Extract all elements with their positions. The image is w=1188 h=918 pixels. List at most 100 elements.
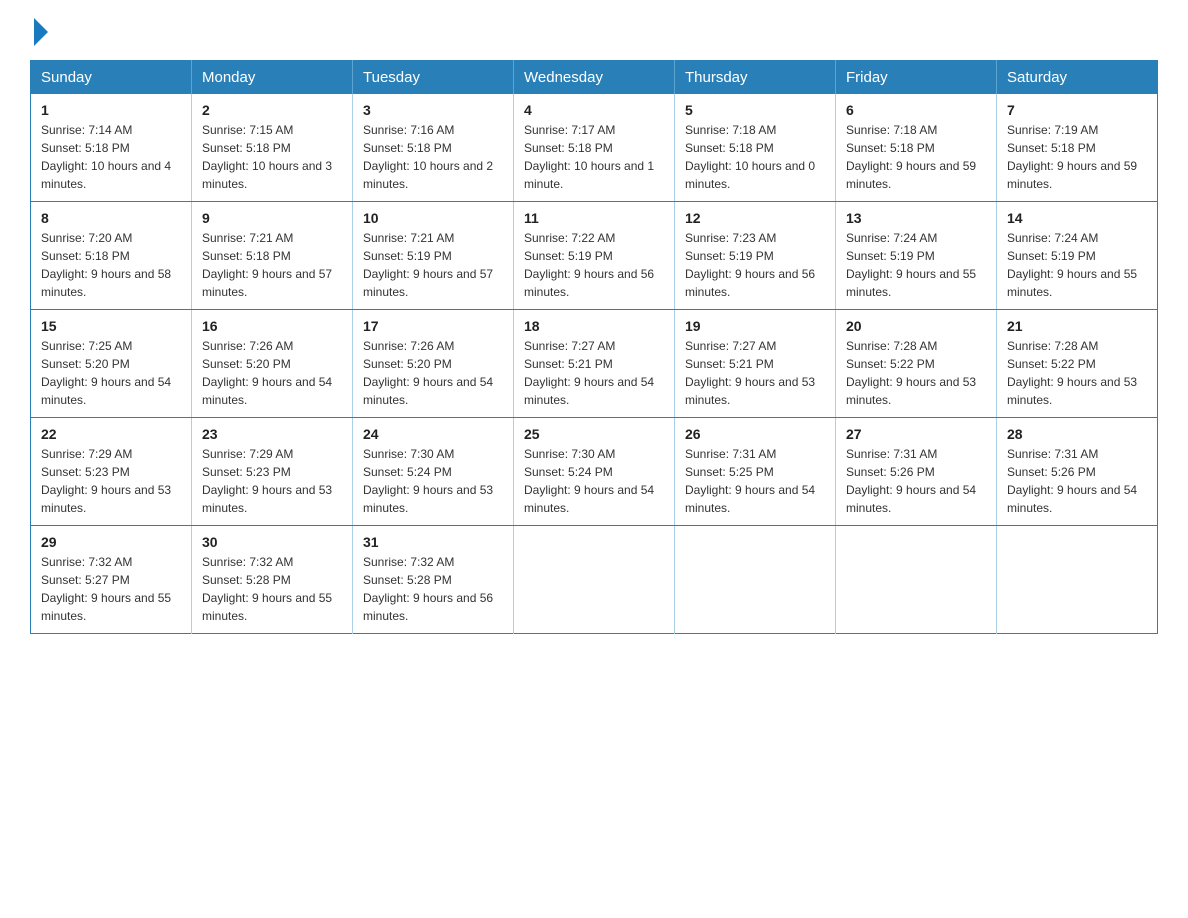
day-number: 26 xyxy=(685,426,825,442)
day-number: 27 xyxy=(846,426,986,442)
day-info: Sunrise: 7:28 AM Sunset: 5:22 PM Dayligh… xyxy=(846,337,986,409)
day-number: 7 xyxy=(1007,102,1147,118)
day-number: 16 xyxy=(202,318,342,334)
calendar-cell xyxy=(997,526,1158,634)
calendar-cell: 18 Sunrise: 7:27 AM Sunset: 5:21 PM Dayl… xyxy=(514,310,675,418)
week-row-5: 29 Sunrise: 7:32 AM Sunset: 5:27 PM Dayl… xyxy=(31,526,1158,634)
calendar-cell: 31 Sunrise: 7:32 AM Sunset: 5:28 PM Dayl… xyxy=(353,526,514,634)
day-info: Sunrise: 7:27 AM Sunset: 5:21 PM Dayligh… xyxy=(685,337,825,409)
header-friday: Friday xyxy=(836,61,997,95)
calendar-cell: 4 Sunrise: 7:17 AM Sunset: 5:18 PM Dayli… xyxy=(514,94,675,202)
calendar-cell: 29 Sunrise: 7:32 AM Sunset: 5:27 PM Dayl… xyxy=(31,526,192,634)
day-number: 4 xyxy=(524,102,664,118)
calendar-cell: 21 Sunrise: 7:28 AM Sunset: 5:22 PM Dayl… xyxy=(997,310,1158,418)
day-number: 9 xyxy=(202,210,342,226)
day-number: 11 xyxy=(524,210,664,226)
day-info: Sunrise: 7:21 AM Sunset: 5:19 PM Dayligh… xyxy=(363,229,503,301)
week-row-3: 15 Sunrise: 7:25 AM Sunset: 5:20 PM Dayl… xyxy=(31,310,1158,418)
calendar-cell xyxy=(675,526,836,634)
calendar-cell: 9 Sunrise: 7:21 AM Sunset: 5:18 PM Dayli… xyxy=(192,202,353,310)
day-number: 20 xyxy=(846,318,986,334)
week-row-2: 8 Sunrise: 7:20 AM Sunset: 5:18 PM Dayli… xyxy=(31,202,1158,310)
day-info: Sunrise: 7:31 AM Sunset: 5:26 PM Dayligh… xyxy=(846,445,986,517)
day-number: 2 xyxy=(202,102,342,118)
day-info: Sunrise: 7:24 AM Sunset: 5:19 PM Dayligh… xyxy=(1007,229,1147,301)
day-number: 6 xyxy=(846,102,986,118)
calendar-table: SundayMondayTuesdayWednesdayThursdayFrid… xyxy=(30,60,1158,634)
calendar-cell xyxy=(514,526,675,634)
day-info: Sunrise: 7:20 AM Sunset: 5:18 PM Dayligh… xyxy=(41,229,181,301)
day-number: 3 xyxy=(363,102,503,118)
page-header xyxy=(30,20,1158,42)
header-monday: Monday xyxy=(192,61,353,95)
day-number: 13 xyxy=(846,210,986,226)
calendar-cell: 5 Sunrise: 7:18 AM Sunset: 5:18 PM Dayli… xyxy=(675,94,836,202)
day-info: Sunrise: 7:26 AM Sunset: 5:20 PM Dayligh… xyxy=(363,337,503,409)
day-number: 14 xyxy=(1007,210,1147,226)
calendar-cell: 12 Sunrise: 7:23 AM Sunset: 5:19 PM Dayl… xyxy=(675,202,836,310)
day-info: Sunrise: 7:30 AM Sunset: 5:24 PM Dayligh… xyxy=(524,445,664,517)
calendar-cell: 14 Sunrise: 7:24 AM Sunset: 5:19 PM Dayl… xyxy=(997,202,1158,310)
calendar-cell: 16 Sunrise: 7:26 AM Sunset: 5:20 PM Dayl… xyxy=(192,310,353,418)
calendar-cell: 22 Sunrise: 7:29 AM Sunset: 5:23 PM Dayl… xyxy=(31,418,192,526)
day-info: Sunrise: 7:32 AM Sunset: 5:28 PM Dayligh… xyxy=(363,553,503,625)
calendar-cell: 13 Sunrise: 7:24 AM Sunset: 5:19 PM Dayl… xyxy=(836,202,997,310)
calendar-cell: 27 Sunrise: 7:31 AM Sunset: 5:26 PM Dayl… xyxy=(836,418,997,526)
calendar-cell: 2 Sunrise: 7:15 AM Sunset: 5:18 PM Dayli… xyxy=(192,94,353,202)
calendar-cell: 11 Sunrise: 7:22 AM Sunset: 5:19 PM Dayl… xyxy=(514,202,675,310)
day-number: 5 xyxy=(685,102,825,118)
day-info: Sunrise: 7:26 AM Sunset: 5:20 PM Dayligh… xyxy=(202,337,342,409)
day-info: Sunrise: 7:18 AM Sunset: 5:18 PM Dayligh… xyxy=(685,121,825,193)
day-info: Sunrise: 7:29 AM Sunset: 5:23 PM Dayligh… xyxy=(202,445,342,517)
day-number: 25 xyxy=(524,426,664,442)
calendar-cell: 15 Sunrise: 7:25 AM Sunset: 5:20 PM Dayl… xyxy=(31,310,192,418)
header-sunday: Sunday xyxy=(31,61,192,95)
day-number: 21 xyxy=(1007,318,1147,334)
calendar-header-row: SundayMondayTuesdayWednesdayThursdayFrid… xyxy=(31,61,1158,95)
calendar-cell: 7 Sunrise: 7:19 AM Sunset: 5:18 PM Dayli… xyxy=(997,94,1158,202)
calendar-cell: 30 Sunrise: 7:32 AM Sunset: 5:28 PM Dayl… xyxy=(192,526,353,634)
day-number: 22 xyxy=(41,426,181,442)
day-number: 28 xyxy=(1007,426,1147,442)
day-info: Sunrise: 7:18 AM Sunset: 5:18 PM Dayligh… xyxy=(846,121,986,193)
header-saturday: Saturday xyxy=(997,61,1158,95)
calendar-cell: 28 Sunrise: 7:31 AM Sunset: 5:26 PM Dayl… xyxy=(997,418,1158,526)
day-number: 18 xyxy=(524,318,664,334)
week-row-4: 22 Sunrise: 7:29 AM Sunset: 5:23 PM Dayl… xyxy=(31,418,1158,526)
calendar-cell: 24 Sunrise: 7:30 AM Sunset: 5:24 PM Dayl… xyxy=(353,418,514,526)
day-number: 12 xyxy=(685,210,825,226)
day-info: Sunrise: 7:25 AM Sunset: 5:20 PM Dayligh… xyxy=(41,337,181,409)
logo-arrow-icon xyxy=(34,18,48,46)
calendar-cell: 6 Sunrise: 7:18 AM Sunset: 5:18 PM Dayli… xyxy=(836,94,997,202)
calendar-cell: 23 Sunrise: 7:29 AM Sunset: 5:23 PM Dayl… xyxy=(192,418,353,526)
day-number: 23 xyxy=(202,426,342,442)
day-info: Sunrise: 7:21 AM Sunset: 5:18 PM Dayligh… xyxy=(202,229,342,301)
day-number: 8 xyxy=(41,210,181,226)
calendar-cell: 26 Sunrise: 7:31 AM Sunset: 5:25 PM Dayl… xyxy=(675,418,836,526)
calendar-cell: 1 Sunrise: 7:14 AM Sunset: 5:18 PM Dayli… xyxy=(31,94,192,202)
calendar-cell: 25 Sunrise: 7:30 AM Sunset: 5:24 PM Dayl… xyxy=(514,418,675,526)
day-info: Sunrise: 7:19 AM Sunset: 5:18 PM Dayligh… xyxy=(1007,121,1147,193)
day-number: 17 xyxy=(363,318,503,334)
day-info: Sunrise: 7:28 AM Sunset: 5:22 PM Dayligh… xyxy=(1007,337,1147,409)
day-info: Sunrise: 7:16 AM Sunset: 5:18 PM Dayligh… xyxy=(363,121,503,193)
calendar-cell: 10 Sunrise: 7:21 AM Sunset: 5:19 PM Dayl… xyxy=(353,202,514,310)
header-wednesday: Wednesday xyxy=(514,61,675,95)
calendar-cell: 8 Sunrise: 7:20 AM Sunset: 5:18 PM Dayli… xyxy=(31,202,192,310)
day-info: Sunrise: 7:27 AM Sunset: 5:21 PM Dayligh… xyxy=(524,337,664,409)
day-info: Sunrise: 7:32 AM Sunset: 5:27 PM Dayligh… xyxy=(41,553,181,625)
day-info: Sunrise: 7:24 AM Sunset: 5:19 PM Dayligh… xyxy=(846,229,986,301)
header-thursday: Thursday xyxy=(675,61,836,95)
calendar-cell: 3 Sunrise: 7:16 AM Sunset: 5:18 PM Dayli… xyxy=(353,94,514,202)
day-info: Sunrise: 7:31 AM Sunset: 5:26 PM Dayligh… xyxy=(1007,445,1147,517)
day-info: Sunrise: 7:31 AM Sunset: 5:25 PM Dayligh… xyxy=(685,445,825,517)
calendar-cell xyxy=(836,526,997,634)
day-number: 15 xyxy=(41,318,181,334)
day-info: Sunrise: 7:23 AM Sunset: 5:19 PM Dayligh… xyxy=(685,229,825,301)
day-number: 30 xyxy=(202,534,342,550)
logo xyxy=(30,20,48,42)
day-info: Sunrise: 7:15 AM Sunset: 5:18 PM Dayligh… xyxy=(202,121,342,193)
day-number: 19 xyxy=(685,318,825,334)
day-number: 29 xyxy=(41,534,181,550)
day-number: 1 xyxy=(41,102,181,118)
